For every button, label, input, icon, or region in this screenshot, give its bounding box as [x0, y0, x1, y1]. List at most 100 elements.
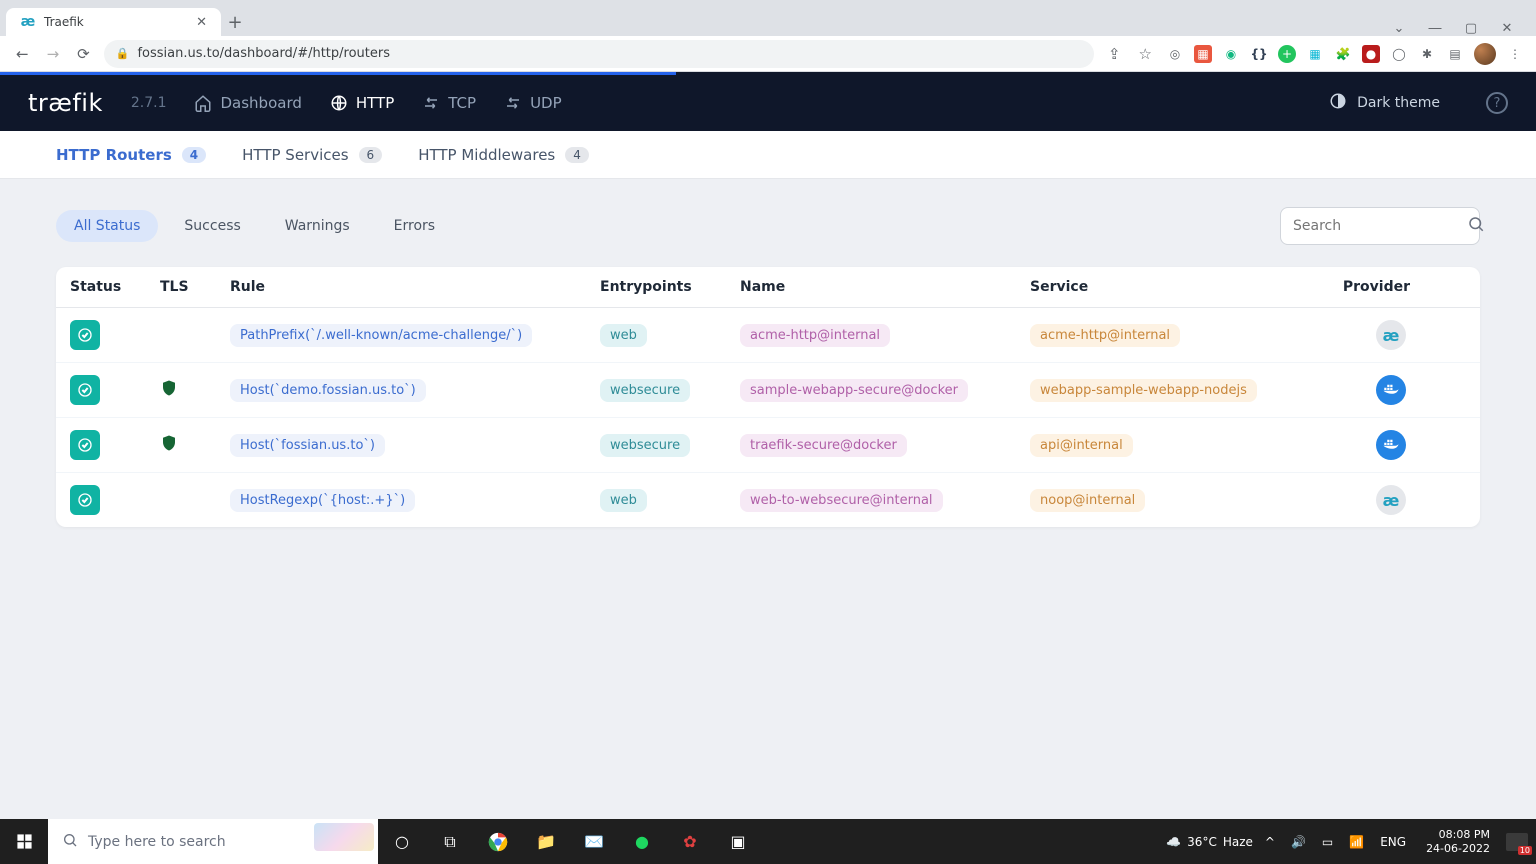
traefik-icon: æ [20, 14, 36, 30]
col-tls: TLS [160, 279, 230, 295]
back-button[interactable]: ← [12, 41, 33, 67]
reload-button[interactable]: ⟳ [73, 41, 94, 67]
dark-theme-toggle[interactable]: Dark theme [1329, 92, 1440, 114]
app-taskbar-icon[interactable]: ✿ [666, 819, 714, 864]
name-chip: acme-http@internal [740, 324, 890, 347]
terminal-taskbar-icon[interactable]: ▣ [714, 819, 762, 864]
tray-chevron-icon[interactable]: ^ [1261, 835, 1279, 849]
entrypoint-chip: websecure [600, 434, 690, 457]
taskbar-icon[interactable]: ⧉ [426, 819, 474, 864]
count-badge: 6 [359, 147, 383, 163]
subnav-services[interactable]: HTTP Services 6 [242, 146, 382, 164]
status-success-icon [70, 320, 100, 350]
nav-udp[interactable]: UDP [504, 94, 562, 112]
internal-provider-icon: æ [1376, 320, 1406, 350]
weather-icon: ☁️ [1166, 835, 1181, 849]
entrypoint-chip: websecure [600, 379, 690, 402]
col-status: Status [70, 279, 160, 295]
clock[interactable]: 08:08 PM 24-06-2022 [1418, 828, 1498, 856]
url-text: fossian.us.to/dashboard/#/http/routers [137, 46, 390, 61]
spotify-taskbar-icon[interactable]: ● [618, 819, 666, 864]
chevron-down-icon[interactable]: ⌄ [1390, 21, 1408, 36]
col-name: Name [740, 279, 1030, 295]
status-success-icon [70, 430, 100, 460]
version-label: 2.7.1 [131, 95, 167, 111]
nav-tcp[interactable]: TCP [422, 94, 476, 112]
minimize-icon[interactable]: ― [1426, 21, 1444, 36]
subnav-middlewares[interactable]: HTTP Middlewares 4 [418, 146, 589, 164]
name-chip: traefik-secure@docker [740, 434, 907, 457]
start-button[interactable] [0, 819, 48, 864]
chrome-taskbar-icon[interactable] [474, 819, 522, 864]
mail-taskbar-icon[interactable]: ✉️ [570, 819, 618, 864]
rule-chip: Host(`fossian.us.to`) [230, 434, 385, 457]
search-highlight-art [314, 823, 374, 851]
table-row[interactable]: Host(`demo.fossian.us.to`) websecure sam… [56, 363, 1480, 418]
col-service: Service [1030, 279, 1330, 295]
extension-icon[interactable]: ◎ [1166, 45, 1184, 63]
nav-http[interactable]: HTTP [330, 94, 394, 112]
search-box[interactable] [1280, 207, 1480, 245]
volume-icon[interactable]: 🔊 [1287, 835, 1310, 849]
windows-search[interactable]: Type here to search [48, 819, 378, 864]
rule-chip: Host(`demo.fossian.us.to`) [230, 379, 426, 402]
side-panel-icon[interactable]: ▤ [1446, 45, 1464, 63]
name-chip: web-to-websecure@internal [740, 489, 943, 512]
address-bar[interactable]: 🔒 fossian.us.to/dashboard/#/http/routers [104, 40, 1094, 68]
close-window-icon[interactable]: ✕ [1498, 21, 1516, 36]
notifications-button[interactable] [1506, 833, 1528, 851]
table-row[interactable]: Host(`fossian.us.to`) websecure traefik-… [56, 418, 1480, 473]
weather-widget[interactable]: ☁️ 36°C Haze [1166, 835, 1253, 849]
nav-dashboard[interactable]: Dashboard [194, 94, 301, 112]
extension-icon[interactable]: 🧩 [1334, 45, 1352, 63]
explorer-taskbar-icon[interactable]: 📁 [522, 819, 570, 864]
language-indicator[interactable]: ENG [1376, 835, 1410, 849]
docker-provider-icon [1376, 430, 1406, 460]
wifi-icon[interactable]: 📶 [1345, 835, 1368, 849]
maximize-icon[interactable]: ▢ [1462, 21, 1480, 36]
share-icon[interactable]: ⇪ [1104, 41, 1125, 67]
kebab-menu-icon[interactable]: ⋮ [1506, 45, 1524, 63]
new-tab-button[interactable]: + [221, 8, 249, 36]
extension-icon[interactable]: {} [1250, 45, 1268, 63]
extension-icon[interactable]: ● [1362, 45, 1380, 63]
extension-icon[interactable]: ◯ [1390, 45, 1408, 63]
table-header: Status TLS Rule Entrypoints Name Service… [56, 267, 1480, 308]
entrypoint-chip: web [600, 489, 647, 512]
tab-title: Traefik [44, 15, 84, 29]
routers-table: Status TLS Rule Entrypoints Name Service… [56, 267, 1480, 527]
tls-shield-icon [160, 386, 178, 402]
extension-icon[interactable]: + [1278, 45, 1296, 63]
table-row[interactable]: HostRegexp(`{host:.+}`) web web-to-webse… [56, 473, 1480, 527]
internal-provider-icon: æ [1376, 485, 1406, 515]
extension-icon[interactable]: ◉ [1222, 45, 1240, 63]
search-icon [1467, 215, 1485, 237]
task-view-button[interactable]: ○ [378, 819, 426, 864]
home-icon [194, 94, 212, 112]
search-input[interactable] [1293, 218, 1467, 234]
entrypoint-chip: web [600, 324, 647, 347]
battery-icon[interactable]: ▭ [1318, 835, 1337, 849]
close-tab-icon[interactable]: ✕ [196, 15, 207, 30]
filter-warnings[interactable]: Warnings [267, 210, 368, 242]
filter-all-status[interactable]: All Status [56, 210, 158, 242]
filter-success[interactable]: Success [166, 210, 258, 242]
filter-errors[interactable]: Errors [376, 210, 453, 242]
browser-tab[interactable]: æ Traefik ✕ [6, 8, 221, 36]
profile-avatar[interactable] [1474, 43, 1496, 65]
col-entrypoints: Entrypoints [600, 279, 740, 295]
forward-button[interactable]: → [43, 41, 64, 67]
swap-icon [504, 94, 522, 112]
col-rule: Rule [230, 279, 600, 295]
subnav-routers[interactable]: HTTP Routers 4 [56, 146, 206, 164]
help-button[interactable]: ? [1486, 92, 1508, 114]
extension-icon[interactable]: ▦ [1194, 45, 1212, 63]
service-chip: api@internal [1030, 434, 1133, 457]
col-provider: Provider [1330, 279, 1410, 295]
service-chip: acme-http@internal [1030, 324, 1180, 347]
bookmark-icon[interactable]: ☆ [1135, 41, 1156, 67]
extensions-menu-icon[interactable]: ✱ [1418, 45, 1436, 63]
table-row[interactable]: PathPrefix(`/.well-known/acme-challenge/… [56, 308, 1480, 363]
service-chip: noop@internal [1030, 489, 1145, 512]
extension-icon[interactable]: ▦ [1306, 45, 1324, 63]
